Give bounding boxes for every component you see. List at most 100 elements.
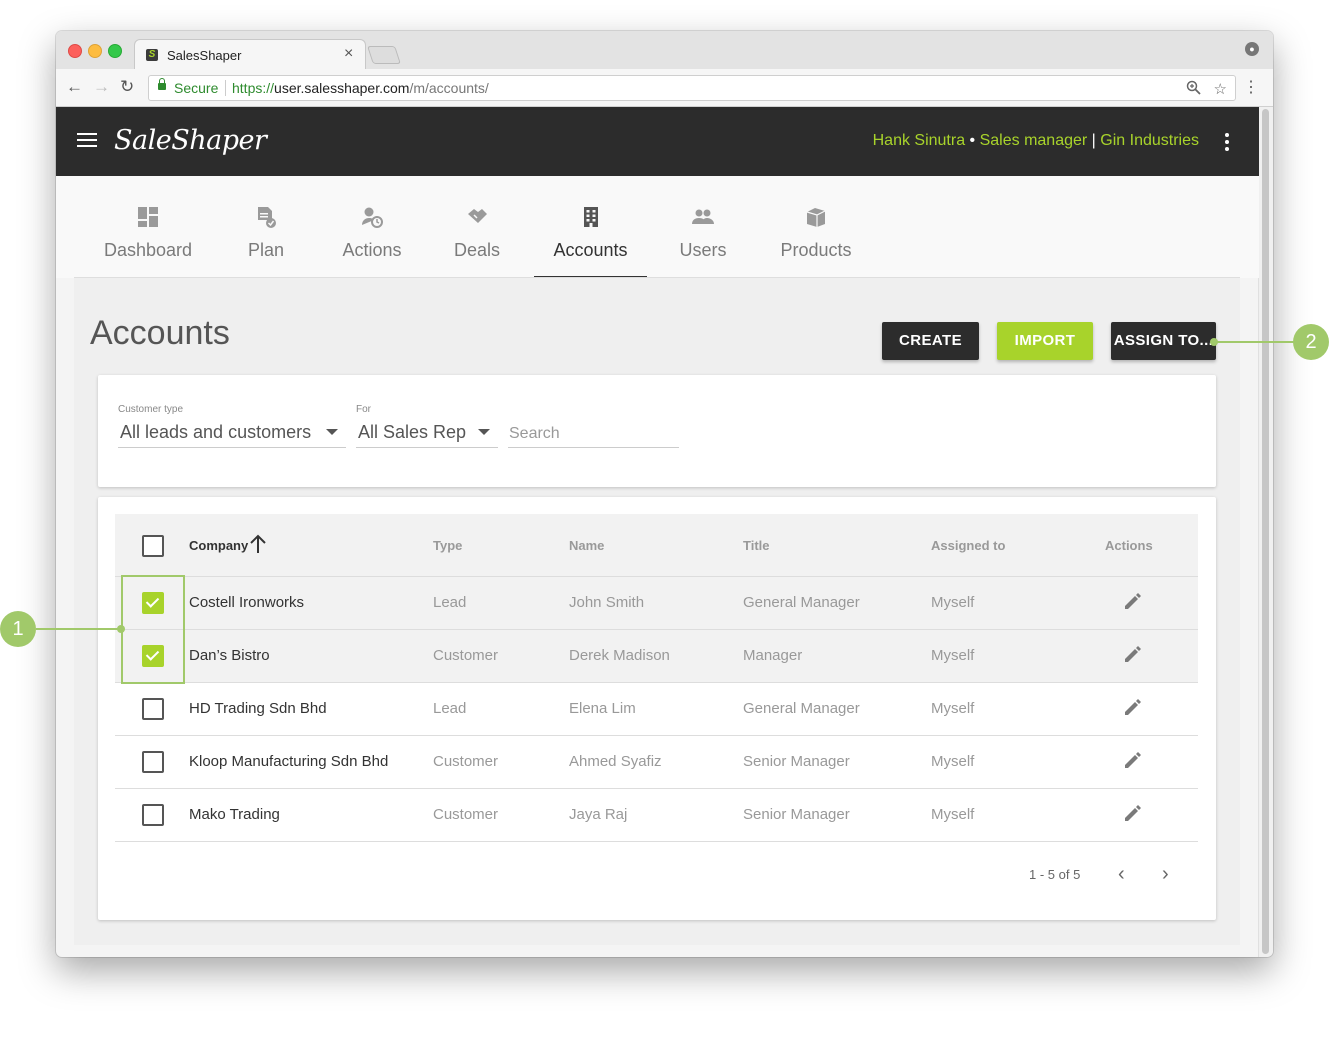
search-input[interactable]: Search <box>508 419 679 448</box>
user-info-separator: • <box>965 132 980 149</box>
callout-1-dot <box>117 625 125 633</box>
nav-label-plan: Plan <box>247 240 285 260</box>
cell-company[interactable]: Dan’s Bistro <box>189 647 270 664</box>
profile-icon[interactable]: ● <box>1245 42 1259 56</box>
sales-rep-dropdown-icon <box>478 429 490 435</box>
maximize-window-button[interactable] <box>108 44 122 58</box>
browser-tab[interactable]: S SalesShaper × <box>134 39 366 70</box>
selection-highlight-box <box>121 575 185 684</box>
table-row[interactable]: HD Trading Sdn Bhd Lead Elena Lim Genera… <box>115 683 1198 736</box>
prev-page-chevron-icon[interactable]: ‹ <box>1118 863 1125 886</box>
table-row[interactable]: Kloop Manufacturing Sdn Bhd Customer Ahm… <box>115 736 1198 789</box>
bookmark-star-icon[interactable]: ☆ <box>1214 78 1227 102</box>
table-row[interactable]: Dan’s Bistro Customer Derek Madison Mana… <box>115 630 1198 683</box>
user-company: Gin Industries <box>1100 132 1199 149</box>
page-title: Accounts <box>90 314 230 352</box>
column-company[interactable]: Company <box>189 534 266 553</box>
sales-rep-select[interactable]: All Sales Rep <box>356 419 498 448</box>
edit-pencil-icon[interactable] <box>1123 697 1143 717</box>
nav-item-plan[interactable]: Plan <box>226 176 306 278</box>
edit-pencil-icon[interactable] <box>1123 803 1143 823</box>
nav-label-accounts: Accounts <box>553 240 628 260</box>
reload-icon[interactable]: ↻ <box>120 77 134 97</box>
customer-type-select[interactable]: All leads and customers <box>118 419 346 448</box>
cell-type: Lead <box>433 700 467 717</box>
back-arrow-icon[interactable]: ← <box>66 77 83 97</box>
user-name[interactable]: Hank Sinutra <box>873 132 966 149</box>
browser-menu-icon[interactable]: ⋮ <box>1243 77 1259 97</box>
minimize-window-button[interactable] <box>88 44 102 58</box>
plan-icon <box>258 207 276 228</box>
row-checkbox[interactable] <box>142 751 164 773</box>
filter-card: Customer type All leads and customers Fo… <box>98 375 1216 487</box>
cell-type: Lead <box>433 594 467 611</box>
url-text[interactable]: https://user.salesshaper.com/m/accounts/ <box>232 76 489 100</box>
column-type[interactable]: Type <box>433 538 462 553</box>
cell-company[interactable]: Mako Trading <box>189 806 280 823</box>
cell-assigned: Myself <box>931 647 975 664</box>
cell-type: Customer <box>433 647 499 664</box>
nav-label-products: Products <box>780 240 852 260</box>
column-name[interactable]: Name <box>569 538 604 553</box>
cell-title: Senior Manager <box>743 806 850 823</box>
nav-item-accounts[interactable]: Accounts <box>534 176 647 278</box>
zoom-icon[interactable] <box>1186 80 1201 95</box>
column-actions: Actions <box>1105 538 1153 553</box>
forward-arrow-icon[interactable]: → <box>93 77 110 97</box>
cell-company[interactable]: Costell Ironworks <box>189 594 304 611</box>
arrow-up-icon[interactable] <box>249 534 267 554</box>
browser-toolbar: ← → ↻ Secure https://user.salesshaper.co… <box>56 69 1273 107</box>
cell-assigned: Myself <box>931 594 975 611</box>
create-button[interactable]: CREATE <box>882 322 979 360</box>
url-host: user.salesshaper.com <box>274 80 410 96</box>
nav-item-users[interactable]: Users <box>663 176 743 278</box>
edit-pencil-icon[interactable] <box>1123 591 1143 611</box>
lock-icon <box>158 78 166 90</box>
edit-pencil-icon[interactable] <box>1123 750 1143 770</box>
new-tab-button[interactable] <box>367 46 401 64</box>
close-window-button[interactable] <box>68 44 82 58</box>
deals-icon <box>468 209 487 223</box>
table-row[interactable]: Mako Trading Customer Jaya Raj Senior Ma… <box>115 789 1198 842</box>
address-bar[interactable]: Secure https://user.salesshaper.com/m/ac… <box>148 75 1236 101</box>
column-title[interactable]: Title <box>743 538 770 553</box>
nav-label-dashboard: Dashboard <box>103 240 193 260</box>
app-header: SaleShaper Hank Sinutra • Sales manager … <box>56 107 1259 176</box>
assign-to-button[interactable]: ASSIGN TO... <box>1111 322 1216 360</box>
cell-name: Derek Madison <box>569 647 670 664</box>
customer-type-label: Customer type <box>118 404 184 415</box>
edit-pencil-icon[interactable] <box>1123 644 1143 664</box>
table-header: Company Type Name Title Assigned to Acti… <box>115 514 1198 577</box>
actions-icon <box>362 207 383 228</box>
cell-company[interactable]: Kloop Manufacturing Sdn Bhd <box>189 753 388 770</box>
secure-label: Secure <box>174 80 219 96</box>
tab-close-icon[interactable]: × <box>344 45 353 63</box>
nav-item-dashboard[interactable]: Dashboard <box>92 176 204 278</box>
nav-item-products[interactable]: Products <box>766 176 866 278</box>
user-info-divider: | <box>1087 132 1101 149</box>
callout-1: 1 <box>0 611 36 647</box>
cell-name: Elena Lim <box>569 700 636 717</box>
import-button[interactable]: IMPORT <box>997 322 1093 360</box>
row-checkbox[interactable] <box>142 698 164 720</box>
more-options-icon[interactable] <box>1225 133 1229 154</box>
nav-item-actions[interactable]: Actions <box>328 176 416 278</box>
salesshaper-logo[interactable]: SaleShaper <box>114 125 267 156</box>
page-scrollbar[interactable] <box>1258 107 1273 957</box>
for-label: For <box>356 404 371 415</box>
pagination-info: 1 - 5 of 5 <box>1029 867 1081 882</box>
column-assigned-to[interactable]: Assigned to <box>931 538 1005 553</box>
sales-rep-value: All Sales Rep <box>358 422 467 442</box>
cell-company[interactable]: HD Trading Sdn Bhd <box>189 700 327 717</box>
row-checkbox[interactable] <box>142 804 164 826</box>
table-row[interactable]: Costell Ironworks Lead John Smith Genera… <box>115 577 1198 630</box>
select-all-checkbox[interactable] <box>142 535 164 557</box>
nav-item-deals[interactable]: Deals <box>436 176 518 278</box>
scrollbar-thumb[interactable] <box>1262 109 1269 954</box>
main-content: Accounts CREATE IMPORT ASSIGN TO... Cust… <box>74 278 1240 945</box>
next-page-chevron-icon[interactable]: › <box>1162 863 1169 886</box>
hamburger-menu-icon[interactable] <box>77 133 97 151</box>
cell-title: General Manager <box>743 700 860 717</box>
tab-strip: S SalesShaper × ● <box>56 31 1273 70</box>
favicon-icon: S <box>146 49 158 61</box>
